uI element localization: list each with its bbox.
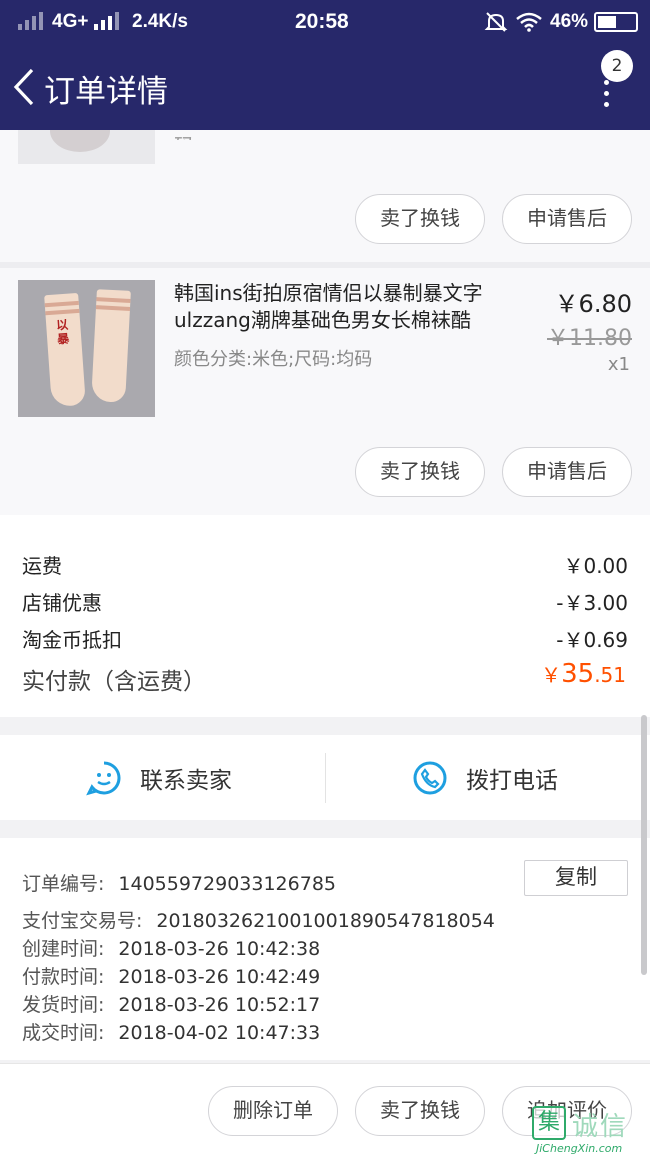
coin-deduction-label: 淘金币抵扣 — [22, 628, 122, 652]
order-info: 订单编号: 140559729033126785 复制 支付宝交易号: 201803… — [0, 838, 650, 1060]
info-row-paid: 付款时间: 2018-03-26 10:42:49 — [22, 966, 321, 988]
chat-bubble-icon — [86, 761, 121, 795]
total-paid-value: ￥35.51 — [541, 659, 626, 689]
total-integer: 35 — [561, 659, 595, 689]
contact-seller-button[interactable]: 联系卖家 — [86, 735, 232, 820]
wifi-icon — [516, 12, 542, 32]
copy-order-number-button[interactable]: 复制 — [524, 860, 628, 896]
total-decimal: .51 — [594, 663, 626, 687]
total-paid-label: 实付款（含运费） — [22, 669, 206, 695]
resell-button-bottom[interactable]: 卖了换钱 — [355, 1086, 485, 1136]
info-row-shipped: 发货时间: 2018-03-26 10:52:17 — [22, 994, 321, 1016]
call-phone-button[interactable]: 拨打电话 — [412, 735, 558, 820]
delete-order-button[interactable]: 删除订单 — [208, 1086, 338, 1136]
product-quantity: x1 — [607, 354, 630, 375]
scrollbar[interactable] — [641, 715, 647, 975]
more-options-icon[interactable] — [598, 80, 614, 108]
back-chevron-icon[interactable] — [12, 68, 36, 106]
network-type: 4G+ — [52, 11, 89, 32]
phone-icon — [413, 761, 447, 794]
info-row-order-no: 订单编号: 140559729033126785 — [22, 873, 336, 895]
resell-button-1[interactable]: 卖了换钱 — [355, 194, 485, 244]
network-speed: 2.4K/s — [132, 11, 188, 32]
product-image[interactable]: 以暴 — [18, 280, 155, 417]
shop-discount-value: -￥3.00 — [556, 591, 628, 615]
coin-deduction-value: -￥0.69 — [556, 628, 628, 652]
page-title: 订单详情 — [44, 74, 168, 110]
info-row-created: 创建时间: 2018-03-26 10:42:38 — [22, 938, 321, 960]
shipping-value: ￥0.00 — [563, 554, 628, 578]
message-count-badge[interactable]: 2 — [601, 50, 633, 82]
clock: 20:58 — [295, 10, 349, 33]
call-phone-label: 拨打电话 — [466, 767, 558, 794]
product-price: ￥6.80 — [554, 290, 632, 318]
signal-icon — [18, 12, 43, 30]
info-row-completed: 成交时间: 2018-04-02 10:47:33 — [22, 1022, 321, 1044]
battery-percent: 46% — [550, 11, 589, 32]
shop-discount-label: 店铺优惠 — [22, 591, 102, 615]
previous-product-spec-cut: 码 — [174, 130, 194, 140]
battery-icon — [594, 12, 638, 32]
product-spec: 颜色分类:米色;尺码:均码 — [174, 349, 373, 370]
total-currency: ￥ — [541, 663, 562, 687]
signal-icon-2 — [94, 12, 119, 30]
status-bar: 4G+ 2.4K/s 20:58 46% — [0, 0, 650, 44]
watermark-logo: 集 诚信 JiChengXin.com — [532, 1106, 650, 1155]
resell-button-2[interactable]: 卖了换钱 — [355, 447, 485, 497]
shipping-label: 运费 — [22, 554, 62, 578]
nav-header: 订单详情 2 — [0, 44, 650, 130]
product-original-price: ￥11.80 — [547, 326, 632, 351]
divider — [0, 262, 650, 268]
contact-bar: 联系卖家 拨打电话 — [0, 735, 650, 820]
product-list: 码 卖了换钱 申请售后 以暴 韩国ins街拍原宿情侣以暴制暴文字ulzzang潮… — [0, 130, 650, 515]
product-image-text: 以暴 — [55, 317, 70, 347]
after-sale-button-1[interactable]: 申请售后 — [502, 194, 632, 244]
mute-bell-icon — [484, 12, 508, 32]
info-row-alipay-no: 支付宝交易号: 2018032621001001890547818054 — [22, 910, 495, 932]
contact-seller-label: 联系卖家 — [140, 767, 232, 794]
contact-divider — [325, 753, 326, 803]
fee-summary: 运费 ￥0.00 店铺优惠 -￥3.00 淘金币抵扣 -￥0.69 实付款（含运… — [0, 515, 650, 717]
previous-product-image[interactable] — [18, 130, 155, 164]
after-sale-button-2[interactable]: 申请售后 — [502, 447, 632, 497]
product-title[interactable]: 韩国ins街拍原宿情侣以暴制暴文字ulzzang潮牌基础色男女长棉袜酷 — [174, 280, 514, 334]
